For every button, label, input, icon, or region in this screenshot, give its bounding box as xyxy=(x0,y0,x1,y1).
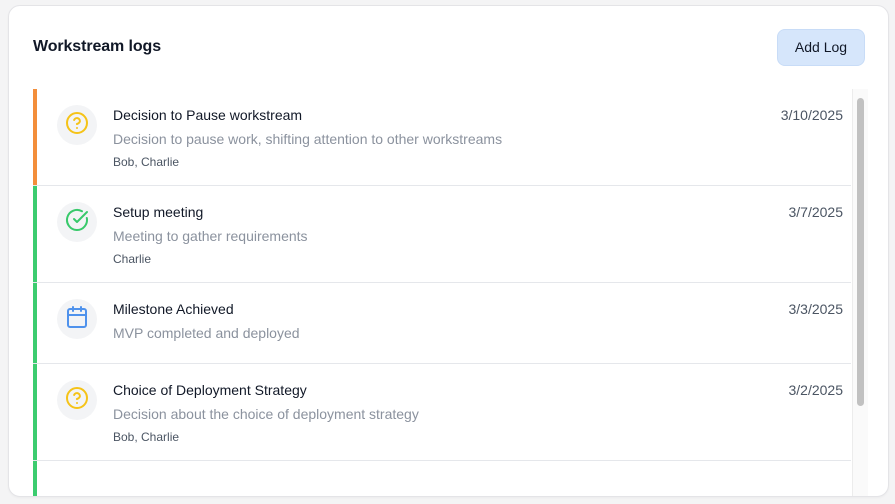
log-row[interactable] xyxy=(33,461,851,496)
log-icon-circle xyxy=(57,299,97,339)
log-participants: Bob, Charlie xyxy=(113,430,180,444)
calendar-icon xyxy=(65,305,89,334)
log-row[interactable]: Choice of Deployment Strategy Decision a… xyxy=(33,364,851,461)
card-title: Workstream logs xyxy=(33,38,162,55)
log-date: 3/2/2025 xyxy=(788,382,844,398)
log-icon-circle xyxy=(57,202,97,242)
log-title: Choice of Deployment Strategy xyxy=(113,382,307,398)
log-description: Meeting to gather requirements xyxy=(113,228,308,244)
log-participants: Charlie xyxy=(113,252,152,266)
log-row[interactable]: Setup meeting Meeting to gather requirem… xyxy=(33,186,851,283)
check-circle-icon xyxy=(65,208,89,237)
log-date: 3/7/2025 xyxy=(788,204,844,220)
log-title: Setup meeting xyxy=(113,204,204,220)
log-date: 3/10/2025 xyxy=(780,107,843,123)
logs-list: Decision to Pause workstream Decision to… xyxy=(33,89,851,496)
log-icon-circle xyxy=(57,105,97,145)
logs-list-container[interactable]: Decision to Pause workstream Decision to… xyxy=(33,89,872,496)
scrollbar-thumb[interactable] xyxy=(857,98,864,406)
status-bar xyxy=(33,364,37,460)
log-row[interactable]: Milestone Achieved MVP completed and dep… xyxy=(33,283,851,364)
question-circle-icon xyxy=(65,111,89,140)
log-description: MVP completed and deployed xyxy=(113,325,300,341)
log-date: 3/3/2025 xyxy=(788,301,844,317)
log-icon-circle xyxy=(57,380,97,420)
scrollbar-track[interactable] xyxy=(852,89,868,496)
log-row[interactable]: Decision to Pause workstream Decision to… xyxy=(33,89,851,186)
log-description: Decision to pause work, shifting attenti… xyxy=(113,131,503,147)
log-participants: Bob, Charlie xyxy=(113,155,180,169)
question-circle-icon xyxy=(65,386,89,415)
status-bar xyxy=(33,461,37,496)
log-title: Decision to Pause workstream xyxy=(113,107,303,123)
workstream-logs-card: Workstream logs Add Log Decision to Paus… xyxy=(8,5,889,497)
status-bar xyxy=(33,89,37,185)
status-bar xyxy=(33,186,37,282)
add-log-button[interactable]: Add Log xyxy=(777,29,865,66)
log-description: Decision about the choice of deployment … xyxy=(113,406,419,422)
log-title: Milestone Achieved xyxy=(113,301,234,317)
status-bar xyxy=(33,283,37,363)
